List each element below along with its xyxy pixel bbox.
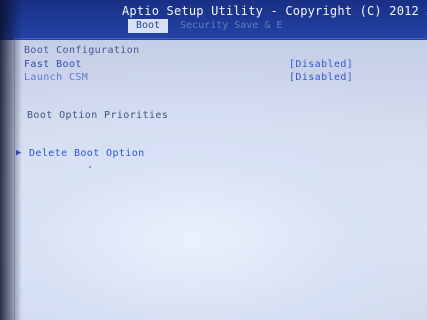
- header-bar: Aptio Setup Utility - Copyright (C) 2012…: [0, 0, 427, 40]
- tab-boot[interactable]: Boot: [128, 19, 169, 33]
- submenu-arrow-icon: ▶: [16, 148, 22, 158]
- boot-option-priorities-heading: Boot Option Priorities: [27, 110, 169, 121]
- delete-boot-option-item[interactable]: Delete Boot Option: [29, 148, 145, 159]
- cursor-dot: [89, 166, 91, 168]
- launch-csm-value[interactable]: [Disabled]: [289, 72, 353, 83]
- app-title: Aptio Setup Utility - Copyright (C) 2012…: [122, 4, 427, 18]
- tab-bar: Boot Security Save & E: [128, 19, 290, 33]
- bios-screen: Aptio Setup Utility - Copyright (C) 2012…: [0, 0, 427, 320]
- launch-csm-label[interactable]: Launch CSM: [24, 72, 88, 83]
- fast-boot-value[interactable]: [Disabled]: [289, 59, 353, 70]
- tab-security-save-exit[interactable]: Security Save & E: [172, 19, 290, 33]
- section-title: Boot Configuration: [24, 45, 140, 56]
- fast-boot-label[interactable]: Fast Boot: [24, 59, 82, 70]
